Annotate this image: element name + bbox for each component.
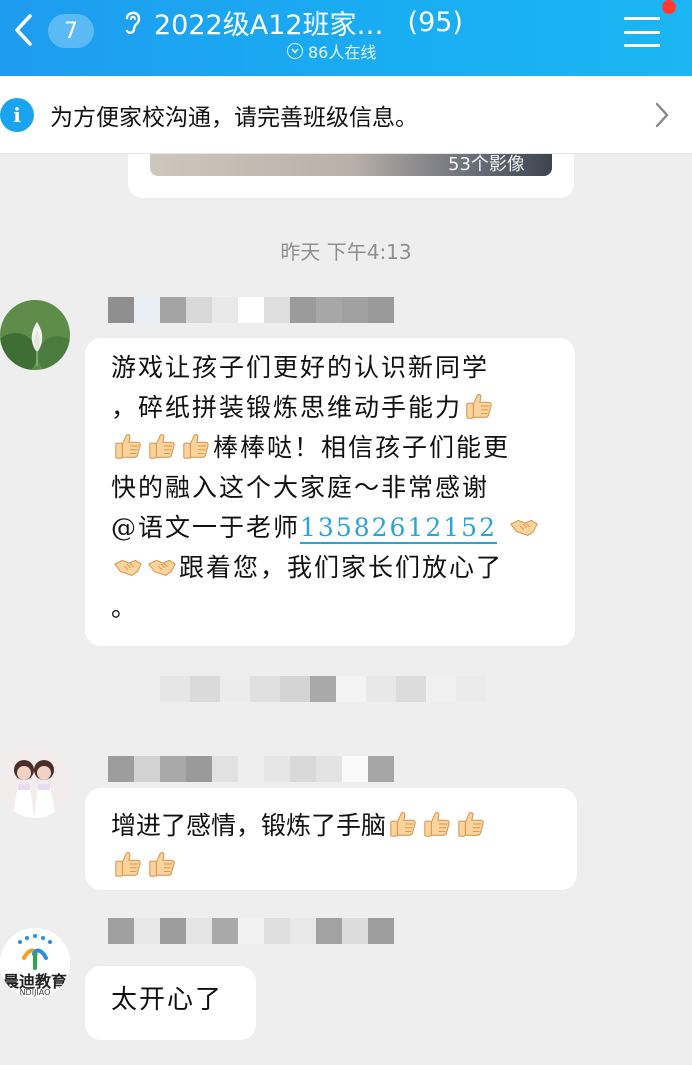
notice-text: 为方便家校沟通，请完善班级信息。 [50,104,418,131]
chat-title: 2022级A12班家… [154,9,384,41]
menu-button[interactable] [618,12,666,52]
class-info-notice[interactable]: i 为方便家校沟通，请完善班级信息。 [0,76,692,154]
avatar[interactable] [0,748,70,818]
thumbs-up-emoji-icon [113,849,143,879]
online-count-text: 86人在线 [308,43,377,62]
sender-name-blurred [108,918,394,944]
thumbs-up-emoji-icon [147,849,177,879]
handshake-emoji-icon [113,551,143,581]
online-status[interactable]: 86人在线 [287,40,376,62]
chevron-right-icon [655,102,669,128]
logo-subtext: NDIJIAO [19,988,51,997]
message-bubble[interactable]: 太开心了 [85,966,256,1040]
thumbs-up-emoji-icon [456,809,486,839]
thumbs-up-emoji-icon [464,391,494,421]
ear-icon [118,4,148,40]
message-text: 游戏让孩子们更好的认识新同学 ，碎纸拼装锻炼思维动手能力 棒棒哒！相信孩子们能更… [111,348,551,628]
message-text: 增进了感情，锻炼了手脑 [111,806,553,886]
sender-name-blurred [108,297,394,323]
chevron-left-icon [15,14,32,46]
sender-name-blurred [108,756,394,782]
unread-count-badge[interactable]: 7 [48,14,94,48]
back-button[interactable] [6,10,40,50]
handshake-emoji-icon [147,551,177,581]
avatar[interactable]: 晨迪教育 NDIJIAO [0,928,70,998]
avatar[interactable] [0,300,70,370]
handshake-emoji-icon [509,511,539,541]
thumbs-up-emoji-icon [422,809,452,839]
info-icon: i [0,97,34,132]
menu-icon-bar [624,30,660,34]
twin-girls-avatar-image [0,748,70,818]
phone-link[interactable]: 13582612152 [300,513,497,544]
menu-icon-bar [624,44,660,47]
blurred-system-message [160,676,540,702]
thumbs-up-emoji-icon [147,431,177,461]
thumbs-up-emoji-icon [181,431,211,461]
lotus-avatar-image [0,300,70,370]
chat-title-row[interactable]: 2022级A12班家… (95) [118,2,558,42]
message-text: 太开心了 [111,985,224,1015]
notification-dot [662,0,676,14]
thumbs-up-emoji-icon [388,809,418,839]
thumbs-up-emoji-icon [113,431,143,461]
chevron-down-circle-icon [287,43,303,59]
message-bubble[interactable]: 增进了感情，锻炼了手脑 [85,788,577,890]
chat-header: 7 2022级A12班家… (95) 86人在线 [0,0,692,76]
message-bubble[interactable]: 游戏让孩子们更好的认识新同学 ，碎纸拼装锻炼思维动手能力 棒棒哒！相信孩子们能更… [85,338,575,646]
message-timestamp: 昨天 下午4:13 [280,240,412,264]
member-count: (95) [407,6,463,38]
menu-icon-bar [624,17,660,20]
